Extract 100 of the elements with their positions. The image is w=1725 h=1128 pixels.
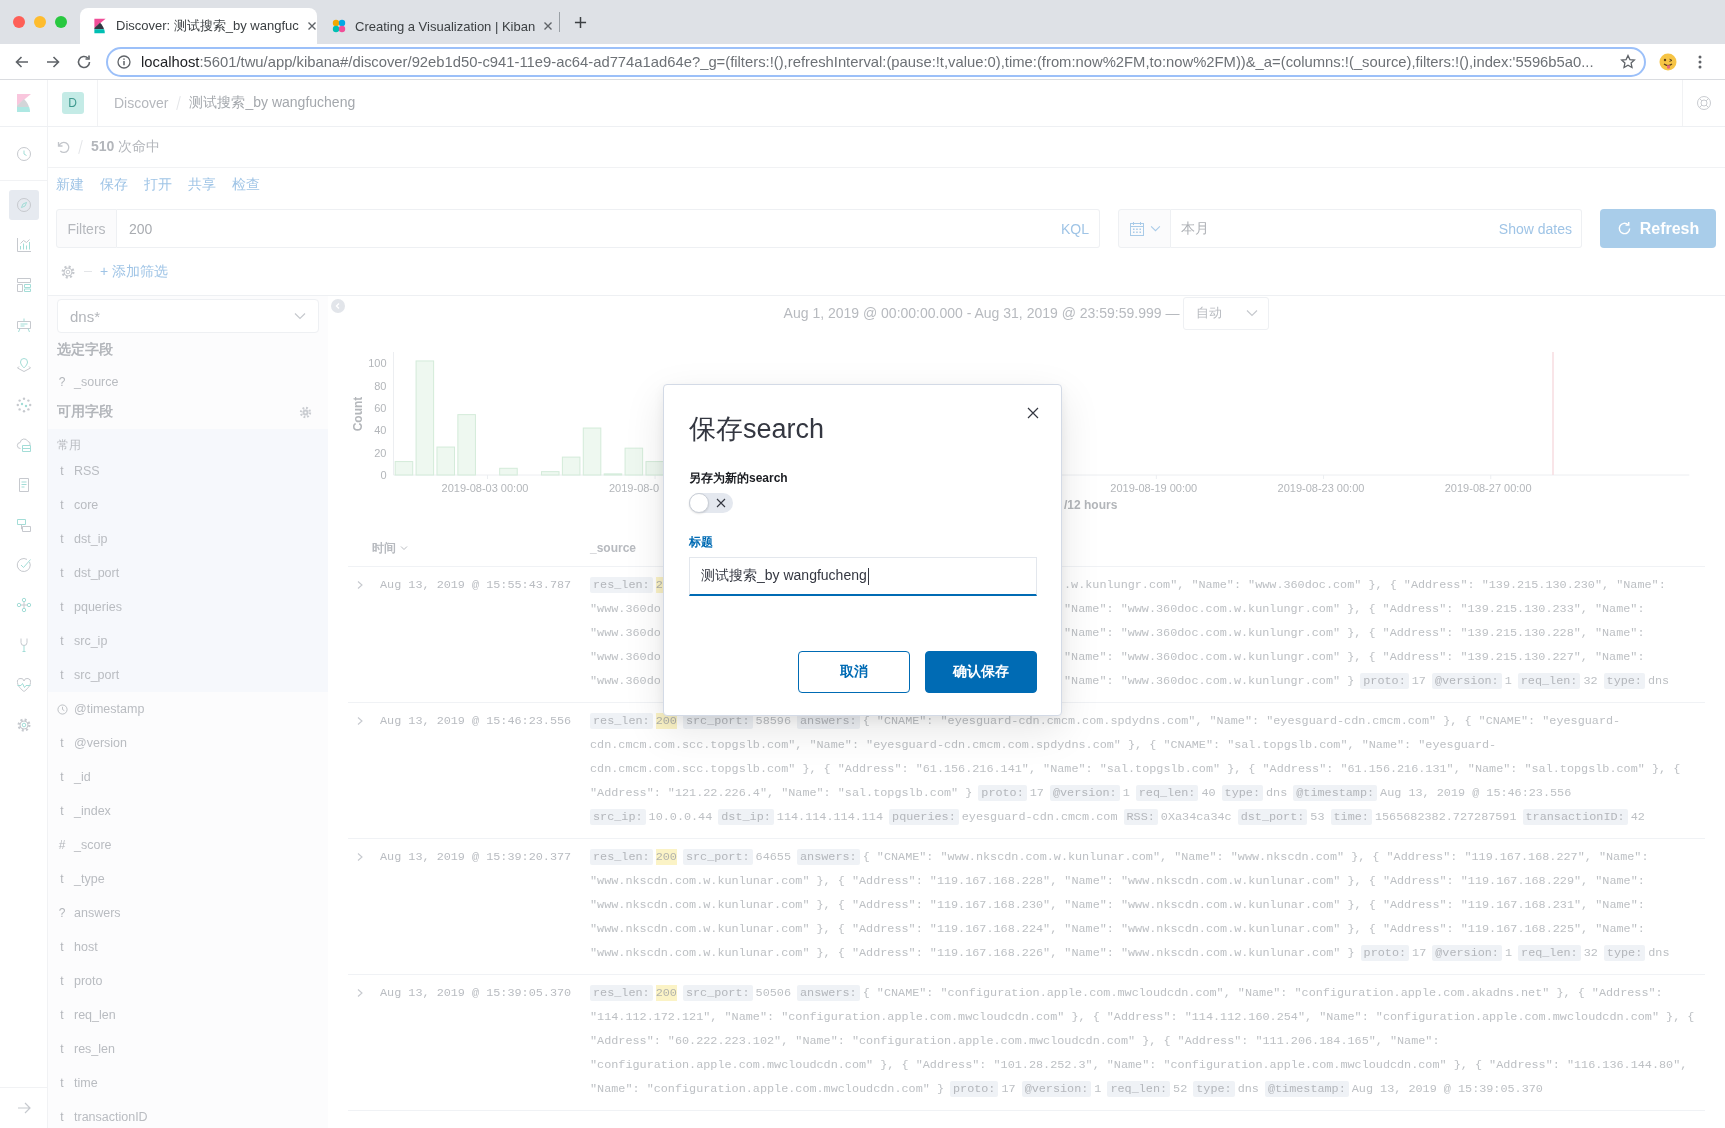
field-name[interactable]: req_len: [74, 1008, 116, 1022]
field-name[interactable]: proto: [74, 974, 103, 988]
histogram-bar[interactable]: [436, 446, 456, 476]
check-circle-icon[interactable]: [15, 557, 32, 573]
field-name[interactable]: dst_ip: [74, 532, 108, 546]
field-name[interactable]: _source: [74, 375, 119, 389]
easel-icon[interactable]: [15, 317, 32, 333]
field-name[interactable]: src_ip: [74, 634, 108, 648]
chevron-right-icon[interactable]: [356, 580, 364, 590]
field-type-token: t: [59, 464, 65, 478]
close-icon[interactable]: [1027, 407, 1039, 419]
window-minimize-button[interactable]: [34, 16, 46, 28]
field-name[interactable]: RSS: [74, 464, 100, 478]
field-name[interactable]: transactionID: [74, 1110, 148, 1124]
histogram-bar[interactable]: [540, 471, 560, 476]
emoji-avatar-icon[interactable]: [1659, 52, 1677, 71]
column-header[interactable]: _source: [590, 541, 637, 555]
histogram-bar[interactable]: [499, 467, 518, 476]
chevron-right-icon[interactable]: [356, 988, 364, 998]
histogram-bar[interactable]: [561, 456, 581, 476]
window-close-button[interactable]: [13, 16, 25, 28]
field-name[interactable]: _type: [74, 872, 105, 886]
bar-chart-icon[interactable]: [15, 237, 32, 253]
quick-select-button[interactable]: [1118, 209, 1171, 248]
nodes-icon[interactable]: [15, 597, 32, 613]
field-name[interactable]: core: [74, 498, 99, 512]
arrow-right-icon[interactable]: [15, 1100, 32, 1116]
heartbeat-icon[interactable]: [15, 677, 32, 693]
menu-link[interactable]: 打开: [144, 176, 172, 194]
undo-icon[interactable]: [56, 140, 70, 154]
field-name[interactable]: res_len: [74, 1042, 115, 1056]
space-avatar[interactable]: D: [61, 92, 84, 114]
interval-select[interactable]: 自动: [1183, 296, 1270, 330]
confirm-save-button[interactable]: 确认保存: [925, 651, 1037, 693]
toggle-switch[interactable]: [689, 493, 733, 513]
nav-button[interactable]: [8, 190, 39, 220]
chevron-right-icon[interactable]: [356, 716, 364, 726]
window-zoom-button[interactable]: [55, 16, 67, 28]
refresh-button[interactable]: Refresh: [1600, 209, 1716, 248]
gear-icon[interactable]: [15, 717, 32, 733]
gear-icon[interactable]: [299, 405, 312, 419]
histogram-bar[interactable]: [645, 461, 665, 476]
date-range-field[interactable]: 本月: [1171, 209, 1495, 248]
cloud-server-icon[interactable]: [15, 437, 32, 453]
histogram-bar[interactable]: [415, 360, 435, 476]
field-type-token: t: [59, 804, 65, 818]
x-tick-label: 2019-08-19 00:00: [1110, 482, 1198, 494]
histogram-bar[interactable]: [603, 473, 623, 476]
add-filter-link[interactable]: + 添加筛选: [100, 262, 169, 281]
logo-icon[interactable]: [15, 93, 32, 113]
language-button[interactable]: KQL: [1056, 209, 1100, 248]
field-name[interactable]: _score: [74, 838, 112, 852]
compass-icon[interactable]: [15, 197, 32, 213]
field-name[interactable]: time: [74, 1076, 98, 1090]
breadcrumb[interactable]: 测试搜索_by wangfucheng: [189, 94, 356, 112]
dashboard-icon[interactable]: [15, 277, 32, 293]
two-boxes-icon[interactable]: [15, 517, 32, 533]
collapse-sidebar-button[interactable]: [331, 299, 345, 313]
browser-tab[interactable]: Creating a Visualization | Kiban: [319, 8, 556, 44]
menu-link[interactable]: 共享: [188, 176, 216, 194]
browser-tab[interactable]: Discover: 测试搜索_by wangfuc: [80, 8, 317, 44]
field-name[interactable]: dst_port: [74, 566, 120, 580]
histogram-bar[interactable]: [394, 461, 414, 476]
star-icon[interactable]: [1620, 53, 1636, 70]
gear-icon[interactable]: [60, 263, 76, 280]
plus-icon[interactable]: [574, 15, 587, 29]
dotted-circle-icon[interactable]: [15, 397, 32, 413]
close-icon[interactable]: [306, 21, 317, 31]
filters-button[interactable]: Filters: [56, 209, 117, 248]
field-name[interactable]: pqueries: [74, 600, 122, 614]
more-menu-icon[interactable]: [1698, 53, 1702, 70]
histogram-bar[interactable]: [582, 427, 602, 476]
address-field[interactable]: localhost:5601/twu/app/kibana#/discover/92eb1d50-c941-11e9-ac64-ad774a1ad64e?_g=(filters:!(),refreshInterval:(pause:!t,value:0),time:(from:now%2FM,to:now%2FM))&_a=(columns:!(_source),filters:!(),index:'5596b5a0...: [106, 46, 1646, 77]
menu-link[interactable]: 新建: [56, 176, 84, 194]
field-name[interactable]: _index: [74, 804, 111, 818]
clock-icon[interactable]: [15, 145, 32, 162]
help-icon[interactable]: [1696, 95, 1712, 111]
field-name[interactable]: answers: [74, 906, 121, 920]
map-pin-icon[interactable]: [15, 357, 32, 373]
field-name[interactable]: @version: [74, 736, 127, 750]
sort-icon[interactable]: [400, 545, 408, 551]
field-name[interactable]: host: [74, 940, 98, 954]
index-pattern-select[interactable]: dns*: [57, 299, 319, 333]
field-name[interactable]: src_port: [74, 668, 120, 682]
field-name[interactable]: @timestamp: [74, 702, 145, 716]
info-icon[interactable]: [117, 54, 131, 69]
reload-icon[interactable]: [76, 53, 92, 70]
menu-link[interactable]: 检查: [232, 176, 260, 194]
title-input[interactable]: 测试搜索_by wangfucheng: [689, 557, 1037, 596]
cancel-button[interactable]: 取消: [798, 651, 910, 693]
histogram-bar[interactable]: [457, 414, 476, 476]
chevron-right-icon[interactable]: [356, 852, 364, 862]
show-dates-button[interactable]: Show dates: [1494, 209, 1582, 248]
axis-title: /12 hours: [1064, 498, 1118, 512]
field-name[interactable]: _id: [74, 770, 91, 784]
column-header[interactable]: 时间: [372, 539, 408, 557]
histogram-bar[interactable]: [624, 447, 644, 476]
breadcrumb[interactable]: Discover: [114, 95, 169, 111]
menu-link[interactable]: 保存: [100, 176, 128, 194]
query-input[interactable]: 200: [117, 209, 1056, 248]
